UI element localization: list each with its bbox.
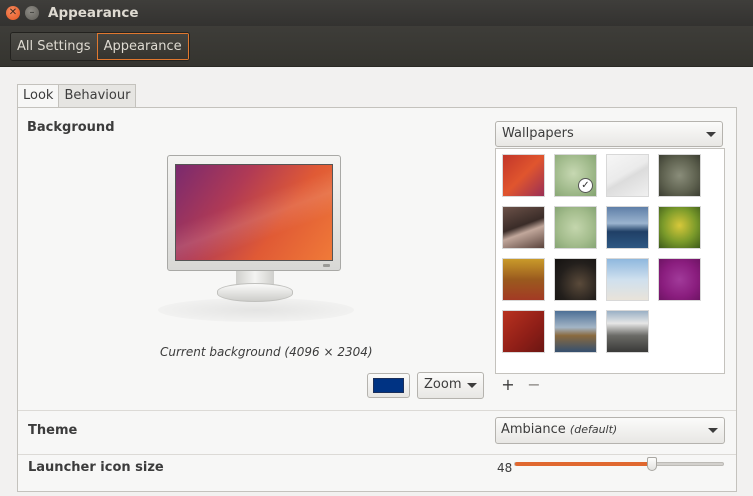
wallpaper-thumbnail[interactable]: [606, 310, 649, 353]
breadcrumb-all-settings[interactable]: All Settings: [11, 33, 97, 60]
slider-handle[interactable]: [647, 457, 657, 471]
add-wallpaper-button[interactable]: +: [500, 377, 516, 393]
background-preview-screen: [175, 164, 333, 261]
monitor-stand: [217, 283, 293, 302]
tab-bar: Look Behaviour: [17, 84, 137, 108]
wallpaper-thumbnail[interactable]: [606, 258, 649, 301]
theme-dropdown-value: Ambiance (default): [501, 422, 618, 437]
color-swatch: [373, 378, 404, 393]
divider: [18, 454, 736, 455]
background-source-dropdown[interactable]: Wallpapers: [495, 121, 723, 147]
wallpaper-thumbnail[interactable]: [606, 206, 649, 249]
breadcrumb-appearance[interactable]: Appearance: [96, 33, 189, 60]
background-color-button[interactable]: [367, 373, 410, 398]
toolbar: All Settings Appearance: [0, 26, 753, 67]
chevron-down-icon: [467, 383, 477, 388]
wallpaper-thumbnail[interactable]: [502, 206, 545, 249]
minimize-icon[interactable]: –: [25, 6, 39, 20]
current-background-caption: Current background (4096 × 2304): [160, 345, 373, 359]
launcher-icon-size-label: Launcher icon size: [28, 460, 164, 475]
theme-dropdown[interactable]: Ambiance (default): [495, 417, 725, 444]
scaling-dropdown-value: Zoom: [424, 377, 462, 392]
monitor-led: [323, 264, 330, 267]
divider: [18, 410, 736, 411]
wallpaper-thumbnail[interactable]: [606, 154, 649, 197]
chevron-down-icon: [706, 132, 716, 137]
background-label: Background: [27, 120, 115, 135]
window-title: Appearance: [48, 5, 139, 21]
wallpaper-thumbnail[interactable]: [658, 206, 701, 249]
wallpaper-thumbnail[interactable]: [658, 154, 701, 197]
background-source-value: Wallpapers: [502, 126, 574, 141]
close-icon[interactable]: ✕: [6, 6, 20, 20]
background-preview-monitor: [167, 155, 341, 271]
tab-behaviour[interactable]: Behaviour: [59, 84, 137, 107]
selected-check-icon: ✓: [578, 178, 593, 193]
wallpaper-thumbnail[interactable]: [502, 154, 545, 197]
window-titlebar: ✕ – Appearance: [0, 0, 753, 26]
chevron-down-icon: [708, 428, 718, 433]
breadcrumb: All Settings Appearance: [10, 32, 190, 61]
wallpaper-thumbnail[interactable]: [502, 258, 545, 301]
wallpaper-thumbnail[interactable]: [554, 310, 597, 353]
wallpaper-grid[interactable]: ✓: [495, 148, 725, 374]
wallpaper-thumbnail[interactable]: [502, 310, 545, 353]
slider-fill: [515, 462, 652, 466]
launcher-icon-size-value: 48: [497, 461, 513, 475]
wallpaper-thumbnail[interactable]: [658, 258, 701, 301]
remove-wallpaper-button[interactable]: −: [526, 377, 542, 393]
scaling-dropdown[interactable]: Zoom: [417, 372, 484, 399]
wallpaper-thumbnail[interactable]: [554, 206, 597, 249]
wallpaper-thumbnail[interactable]: ✓: [554, 154, 597, 197]
theme-label: Theme: [28, 423, 78, 438]
tab-look[interactable]: Look: [17, 84, 60, 108]
wallpaper-thumbnail[interactable]: [554, 258, 597, 301]
launcher-icon-size-slider[interactable]: [514, 457, 724, 471]
look-panel: Background Current background (4096 × 23…: [17, 107, 737, 492]
